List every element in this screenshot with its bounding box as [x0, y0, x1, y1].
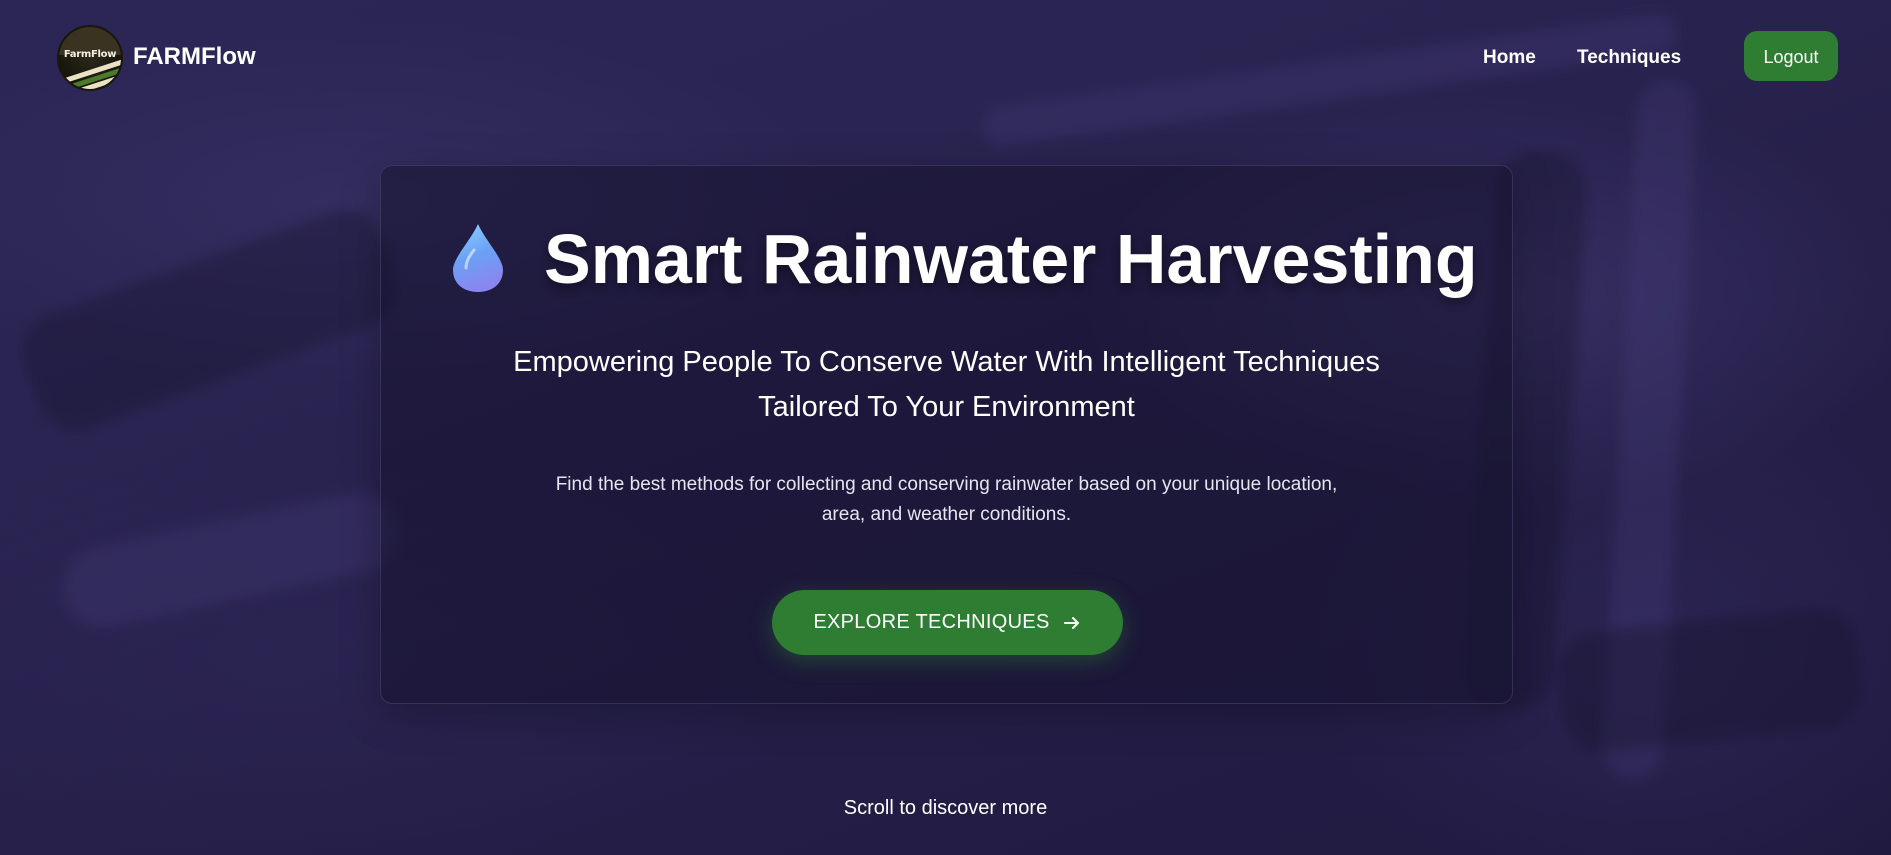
hero-subtitle: Empowering People To Conserve Water With…	[380, 340, 1513, 430]
arrow-right-icon	[1063, 616, 1079, 629]
scroll-hint: Scroll to discover more	[843, 797, 1048, 819]
hero-subtitle-text: Empowering People To Conserve Water With…	[513, 346, 1380, 423]
background-texture	[10, 198, 410, 442]
explore-techniques-label: EXPLORE TECHNIQUES	[813, 611, 1050, 633]
farmflow-logo[interactable]: FarmFlow	[57, 25, 123, 91]
nav-link-home[interactable]: Home	[1483, 47, 1536, 69]
landing-page: FarmFlow FARMFlow Home Techniques Logout…	[0, 0, 1891, 855]
hero-description-line: Find the best methods for collecting and…	[555, 474, 1338, 495]
brand-name[interactable]: FARMFlow	[133, 43, 256, 71]
water-drop-icon	[453, 224, 503, 292]
top-nav-bar: FarmFlow FARMFlow Home Techniques Logout	[0, 0, 1891, 112]
logout-button[interactable]: Logout	[1744, 31, 1838, 81]
nav-link-techniques[interactable]: Techniques	[1577, 47, 1681, 69]
logo-text: FarmFlow	[63, 49, 117, 60]
background-texture	[55, 485, 405, 635]
background-texture	[1554, 604, 1866, 756]
explore-techniques-button[interactable]: EXPLORE TECHNIQUES	[772, 590, 1123, 655]
hero-description-line: area, and weather conditions.	[821, 504, 1072, 525]
hero-description: Find the best methods for collecting and…	[380, 470, 1513, 530]
hero-title: Smart Rainwater Harvesting	[544, 220, 1478, 298]
